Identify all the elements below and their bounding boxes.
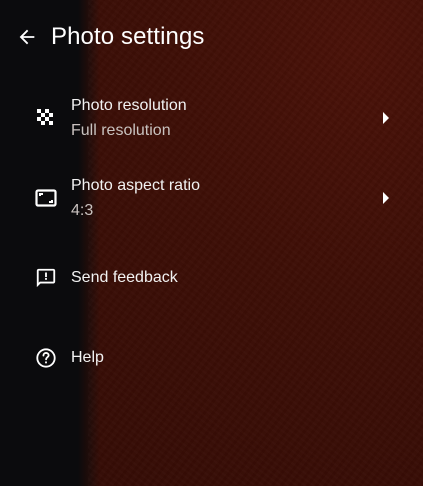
page-title: Photo settings [51, 23, 205, 50]
help-label: Help [71, 349, 104, 366]
photo-aspect-ratio-texts: Photo aspect ratio 4:3 [71, 176, 200, 221]
back-button[interactable] [14, 24, 40, 50]
settings-list: Photo resolution Full resolution Photo a… [0, 78, 423, 398]
feedback-icon [34, 266, 58, 290]
arrow-back-icon [19, 29, 35, 45]
help-texts: Help [71, 348, 104, 368]
help-item[interactable]: Help [0, 318, 423, 398]
aspect-ratio-icon [34, 186, 58, 210]
send-feedback-label: Send feedback [71, 269, 178, 286]
photo-resolution-item[interactable]: Photo resolution Full resolution [0, 78, 423, 158]
chevron-right-icon [380, 190, 392, 206]
chevron-right-icon [380, 110, 392, 126]
photo-resolution-value: Full resolution [71, 121, 171, 139]
send-feedback-item[interactable]: Send feedback [0, 238, 423, 318]
settings-header: Photo settings [0, 14, 423, 60]
photo-resolution-texts: Photo resolution Full resolution [71, 96, 187, 141]
photo-aspect-ratio-value: 4:3 [71, 201, 94, 219]
help-icon [34, 346, 58, 370]
send-feedback-texts: Send feedback [71, 268, 178, 288]
photo-aspect-ratio-label: Photo aspect ratio [71, 176, 200, 194]
checkerboard-icon [34, 106, 58, 130]
photo-aspect-ratio-item[interactable]: Photo aspect ratio 4:3 [0, 158, 423, 238]
photo-resolution-label: Photo resolution [71, 96, 187, 114]
